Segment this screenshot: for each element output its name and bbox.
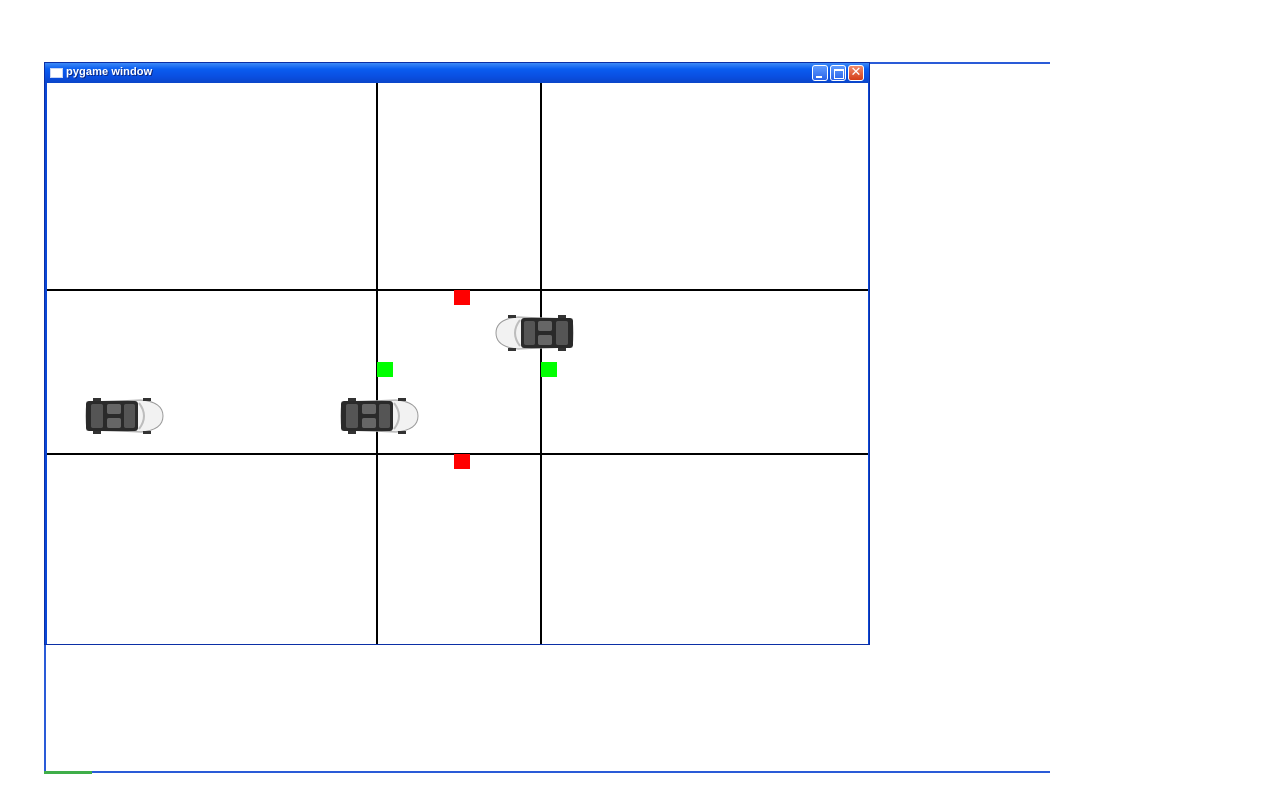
pygame-window[interactable]: pygame window ✕ (44, 62, 870, 645)
minimize-button[interactable] (812, 65, 828, 81)
background-window-accent (44, 771, 92, 774)
minimize-icon (816, 76, 822, 78)
maximize-button[interactable] (830, 65, 846, 81)
car-eastbound-intersection (340, 398, 419, 434)
close-button[interactable]: ✕ (848, 65, 864, 81)
close-icon: ✕ (850, 65, 862, 80)
north-signal (454, 290, 470, 305)
south-signal (454, 454, 470, 469)
window-title: pygame window (66, 66, 153, 78)
game-canvas[interactable] (47, 83, 868, 644)
window-icon (50, 68, 63, 78)
car-eastbound-left (85, 398, 164, 434)
east-signal (541, 362, 557, 377)
title-bar[interactable]: pygame window ✕ (45, 63, 869, 83)
maximize-icon (834, 69, 844, 79)
west-signal (377, 362, 393, 377)
car-westbound-lane (495, 315, 574, 351)
